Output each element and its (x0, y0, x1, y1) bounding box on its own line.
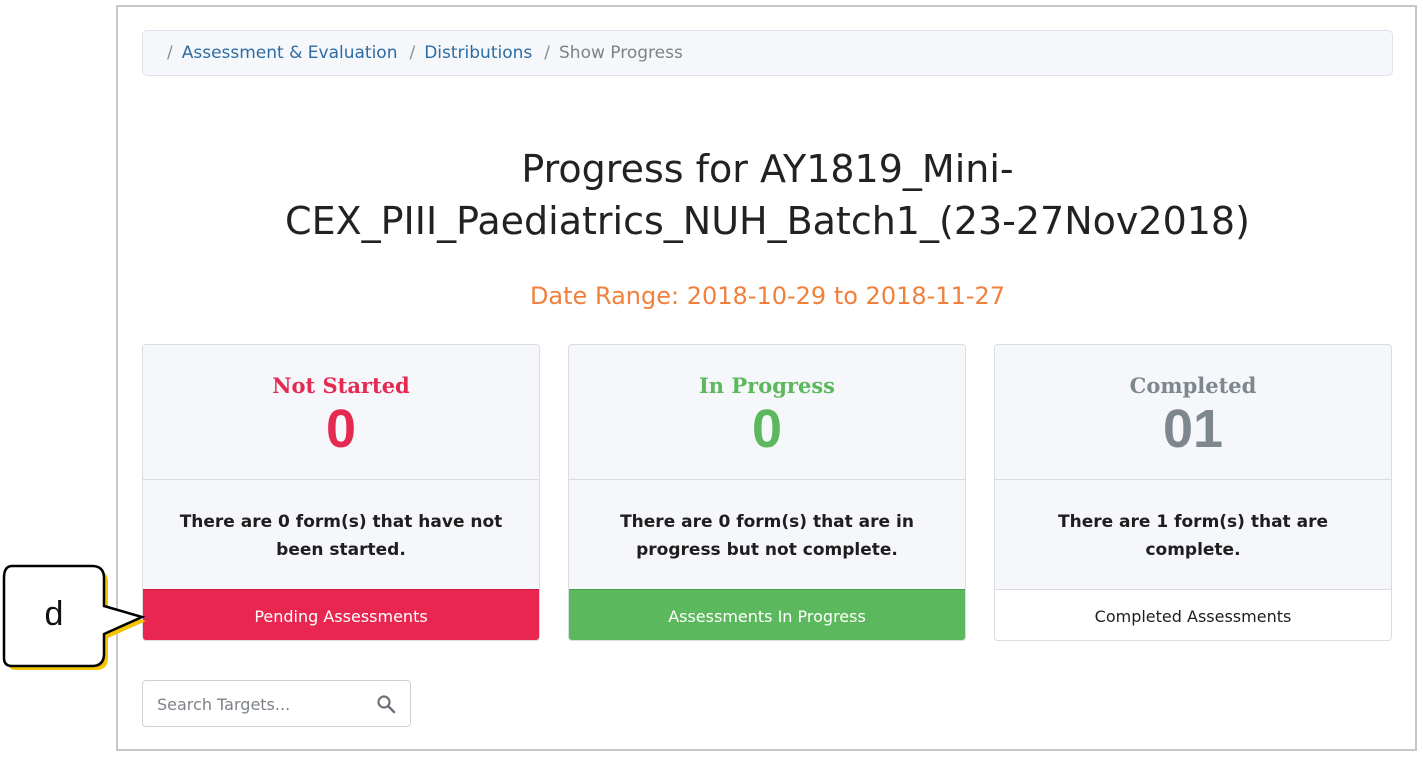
breadcrumb-current: Show Progress (559, 43, 683, 63)
callout-label: d (44, 594, 64, 633)
search-input[interactable] (143, 681, 379, 728)
card-completed: Completed 01 There are 1 form(s) that ar… (994, 344, 1392, 641)
page-title: Progress for AY1819_Mini- CEX_PIII_Paedi… (142, 143, 1393, 247)
page-title-line2: CEX_PIII_Paediatrics_NUH_Batch1_(23-27No… (285, 199, 1250, 243)
page-title-line1: Progress for AY1819_Mini- (521, 147, 1014, 191)
card-not-started: Not Started 0 There are 0 form(s) that h… (142, 344, 540, 641)
assessments-in-progress-button[interactable]: Assessments In Progress (569, 589, 965, 640)
card-header: In Progress 0 (569, 345, 965, 480)
card-count: 0 (325, 399, 357, 459)
breadcrumb-link-assessment-evaluation[interactable]: Assessment & Evaluation (182, 43, 398, 63)
breadcrumb-separator: / (167, 43, 173, 63)
card-header: Completed 01 (995, 345, 1391, 480)
date-range: Date Range: 2018-10-29 to 2018-11-27 (529, 282, 1006, 310)
breadcrumb-separator: / (409, 43, 416, 63)
card-label: Not Started (272, 373, 410, 398)
card-in-progress: In Progress 0 There are 0 form(s) that a… (568, 344, 966, 641)
search-icon[interactable] (376, 694, 396, 714)
breadcrumb-separator: / (544, 43, 550, 63)
card-label: Completed (1129, 373, 1257, 398)
card-label: In Progress (698, 373, 836, 398)
search-box (142, 680, 411, 728)
card-description: There are 1 form(s) that are complete. (995, 480, 1391, 589)
card-count: 01 (1162, 399, 1224, 459)
breadcrumb: / Assessment & Evaluation / Distribution… (142, 30, 1393, 76)
card-count: 0 (751, 399, 783, 459)
breadcrumb-link-distributions[interactable]: Distributions (424, 43, 532, 63)
completed-assessments-button[interactable]: Completed Assessments (995, 589, 1391, 640)
card-description: There are 0 form(s) that have not been s… (143, 480, 539, 589)
pending-assessments-button[interactable]: Pending Assessments (143, 589, 539, 640)
card-header: Not Started 0 (143, 345, 539, 480)
card-description: There are 0 form(s) that are in progress… (569, 480, 965, 589)
